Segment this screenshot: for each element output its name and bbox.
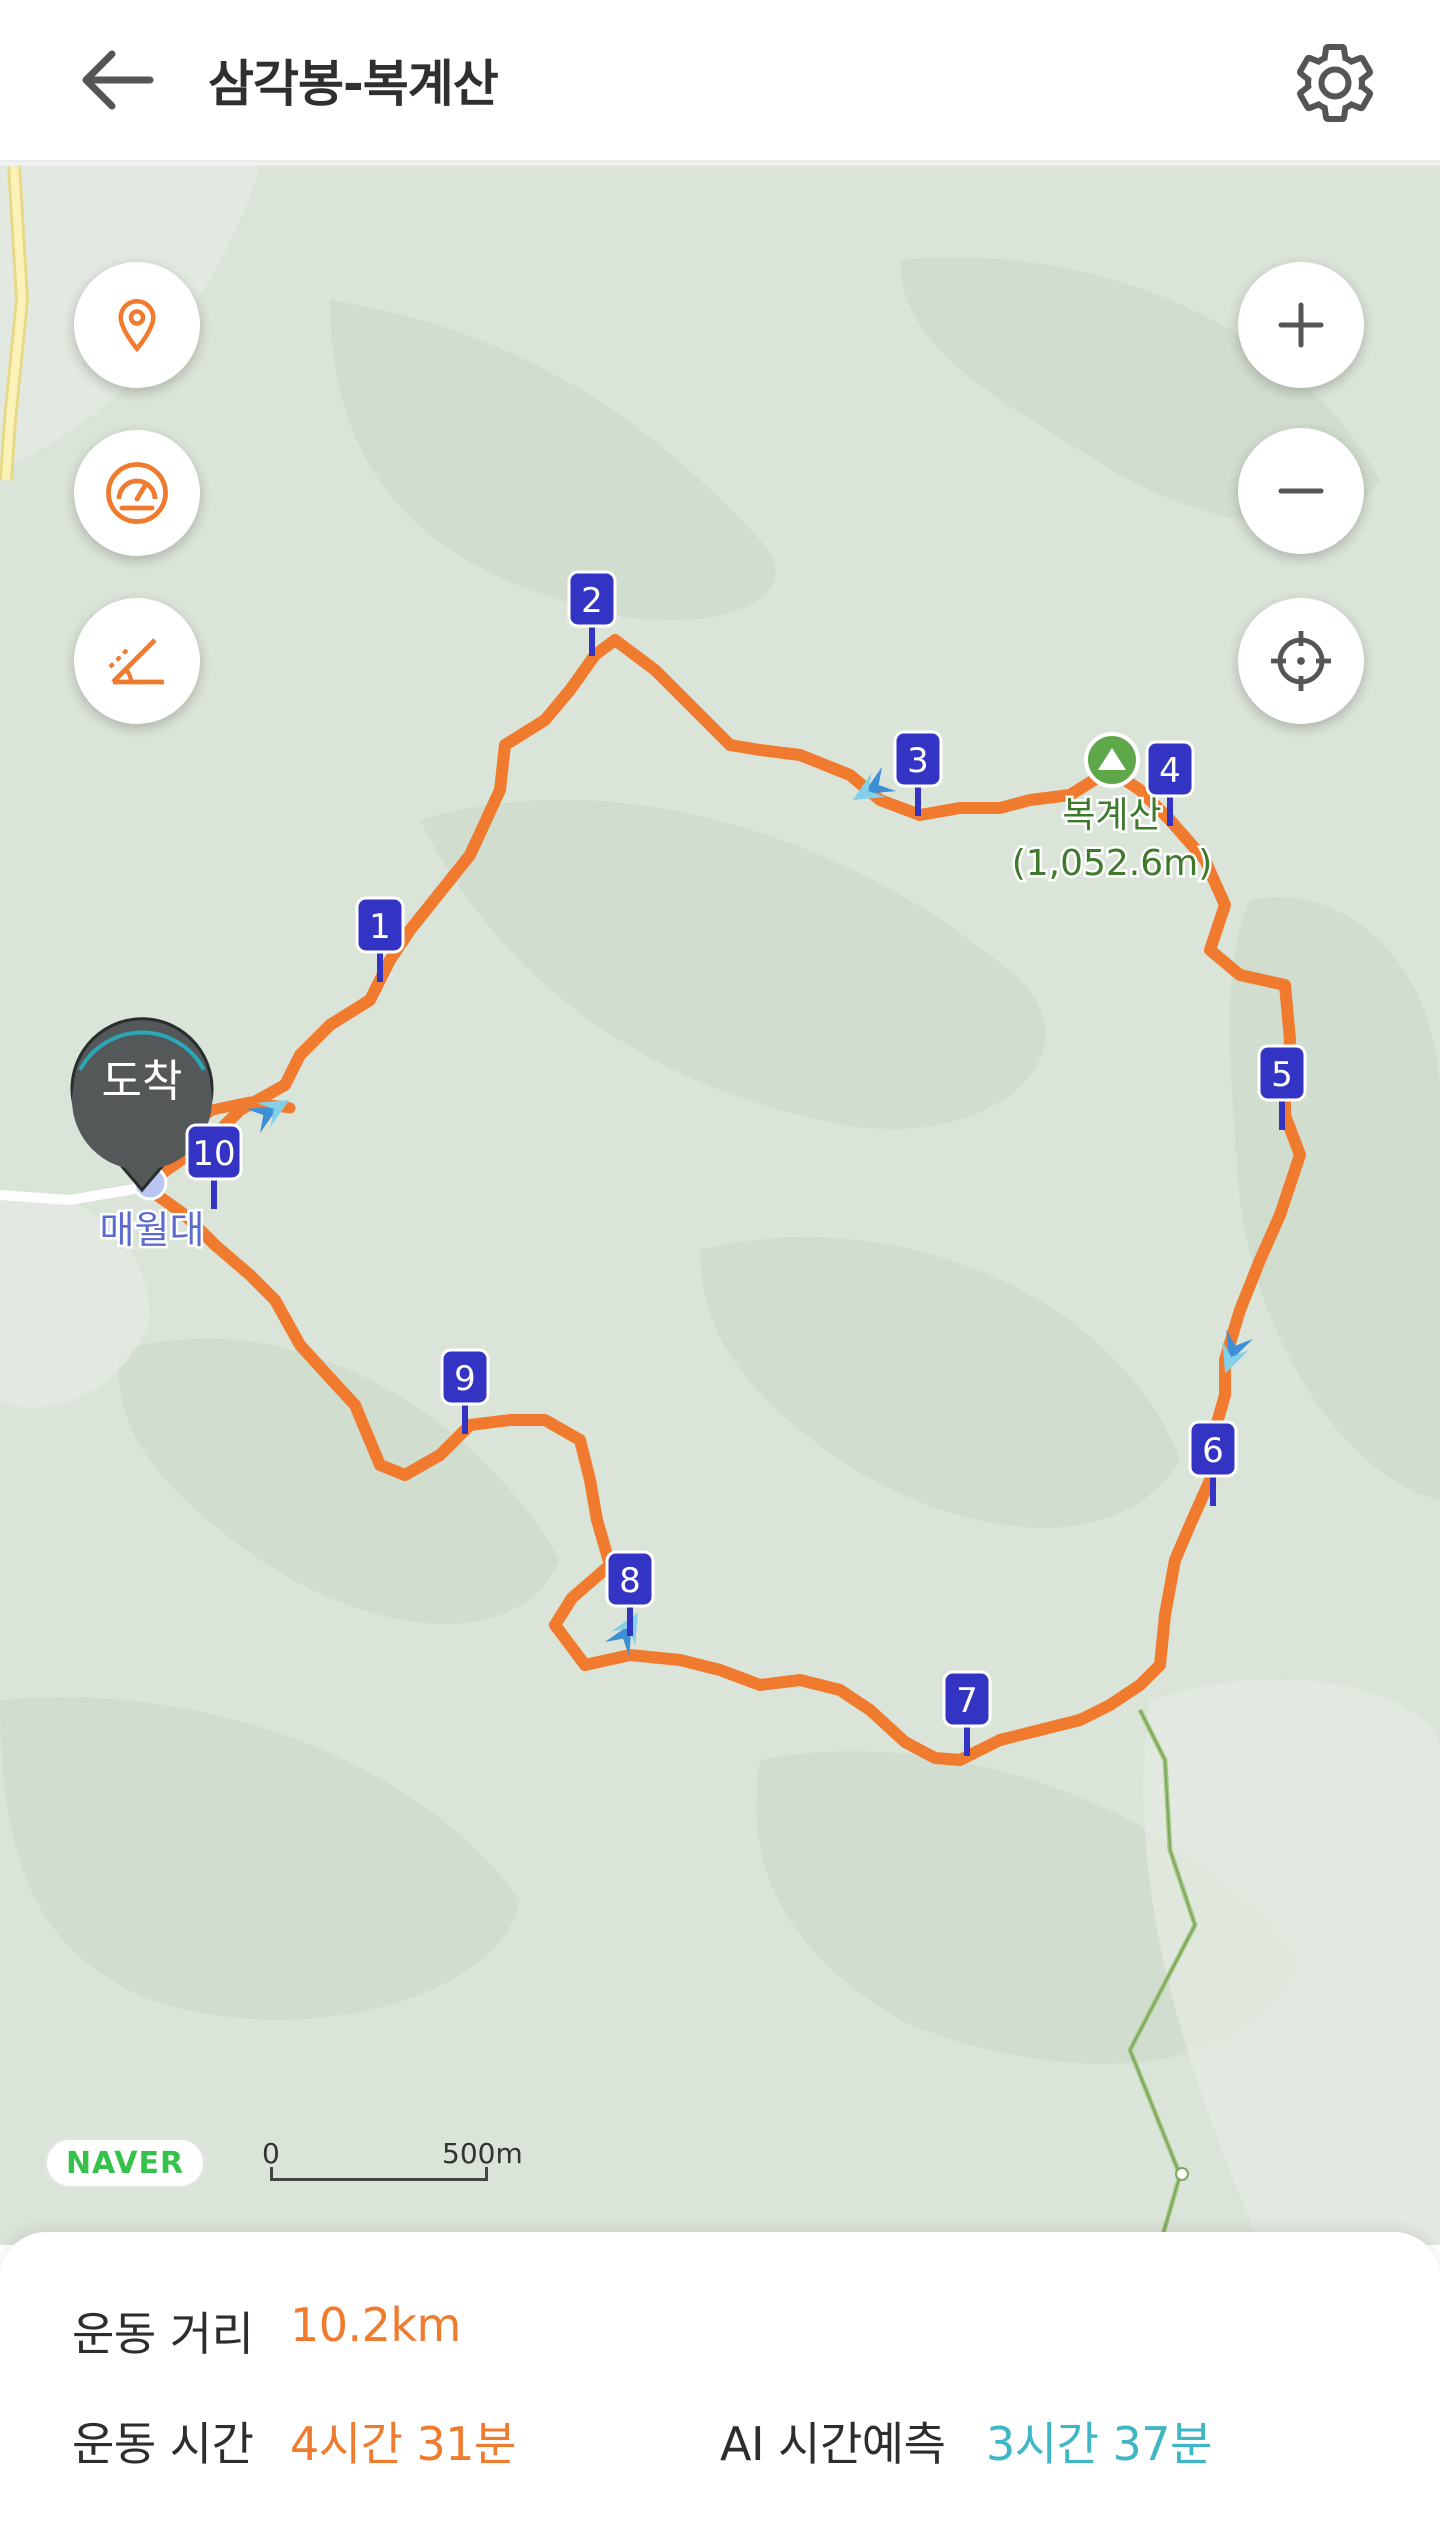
arrival-label: 도착 [102,1056,183,1107]
page-title: 삼각봉-복계산 [208,55,499,113]
gear-icon [1297,44,1374,123]
crosshair-icon [1271,631,1331,691]
scale-end: 500m [442,2137,523,2170]
app-header: 삼각봉-복계산 [0,0,1440,160]
place-label: 매월대 [100,1208,205,1252]
location-pin-icon [118,298,156,353]
my-location-button[interactable] [1238,598,1364,724]
zoom-in-button[interactable] [1238,262,1364,388]
header-divider [0,160,1440,170]
speedometer-icon [106,462,168,524]
time-label: 운동 시간 [72,2417,254,2471]
waypoint-number: 3 [907,741,929,781]
waypoint-number: 8 [619,1561,641,1601]
zoom-out-button[interactable] [1238,428,1364,554]
zoom-out-icon [1278,488,1324,494]
waypoint-number: 2 [581,581,603,621]
map-canvas[interactable]: 복계산 (1,052.6m) 매월대 도착 1 2 3 4 5 6 7 8 9 10 [0,165,1440,2245]
time-value: 4시간 31분 [290,2417,516,2471]
slope-button[interactable] [74,598,200,724]
slope-angle-icon [108,638,164,685]
summit-label: 복계산 [1062,795,1161,836]
speed-button[interactable] [74,430,200,556]
waypoint-number: 7 [956,1681,978,1721]
waypoint-number: 6 [1202,1431,1224,1471]
waypoint-number: 1 [369,907,391,947]
scale-bar [270,2167,488,2181]
distance-label: 운동 거리 [72,2307,254,2361]
map-view[interactable]: 복계산 (1,052.6m) 매월대 도착 1 2 3 4 5 6 7 8 9 10 [0,165,1440,2245]
settings-button[interactable] [1290,38,1380,128]
distance-value: 10.2km [290,2298,461,2352]
summit-elevation: (1,052.6m) [1012,843,1213,884]
naver-logo: NAVER [44,2137,206,2189]
back-button[interactable] [70,40,160,120]
workout-summary-sheet: 운동 거리 10.2km 운동 시간 4시간 31분 AI 시간예측 3시간 3… [0,2232,1440,2528]
ai-prediction-label: AI 시간예측 [720,2417,946,2471]
arrow-left-icon [82,50,154,110]
waypoint-number: 4 [1159,751,1181,791]
scale-start: 0 [262,2137,280,2170]
trail-node [1175,2167,1189,2181]
ai-prediction-value: 3시간 37분 [986,2417,1212,2471]
waypoint-number: 9 [454,1359,476,1399]
location-button[interactable] [74,262,200,388]
waypoint-number: 10 [192,1134,235,1174]
zoom-in-icon [1278,302,1324,348]
summit-marker [1084,732,1140,788]
waypoint-number: 5 [1271,1055,1293,1095]
